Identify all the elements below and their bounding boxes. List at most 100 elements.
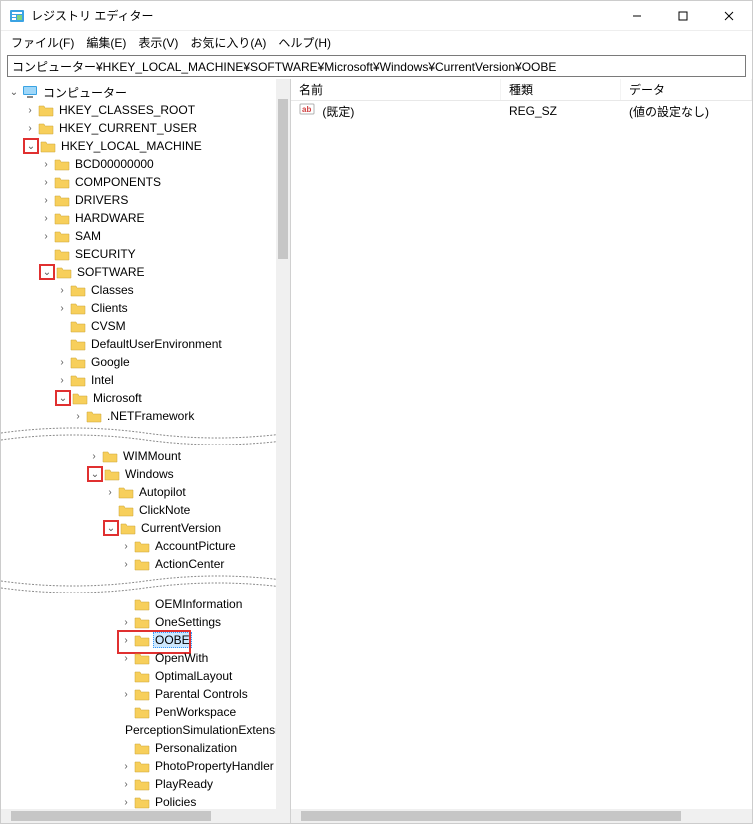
chevron-right-icon[interactable]: ›	[55, 373, 69, 387]
tree-node[interactable]: ›OpenWith	[119, 649, 290, 667]
chevron-right-icon[interactable]: ›	[39, 157, 53, 171]
menu-help[interactable]: ヘルプ(H)	[274, 32, 335, 53]
column-header-type[interactable]: 種類	[501, 79, 621, 100]
chevron-right-icon[interactable]: ›	[119, 651, 133, 665]
menubar: ファイル(F) 編集(E) 表示(V) お気に入り(A) ヘルプ(H)	[1, 31, 752, 53]
chevron-right-icon[interactable]: ›	[55, 355, 69, 369]
folder-icon	[134, 669, 150, 683]
folder-icon	[118, 485, 134, 499]
folder-icon	[70, 319, 86, 333]
menu-edit[interactable]: 編集(E)	[82, 32, 130, 53]
close-button[interactable]	[706, 1, 752, 31]
tree-node[interactable]: DefaultUserEnvironment	[55, 335, 290, 353]
tree-node[interactable]: ›Google	[55, 353, 290, 371]
tree-node[interactable]: ›AccountPicture	[119, 537, 290, 555]
tree-node-microsoft[interactable]: ⌄ Microsoft	[55, 389, 290, 407]
chevron-right-icon[interactable]: ›	[39, 229, 53, 243]
tree-node[interactable]: OEMInformation	[119, 595, 290, 613]
content-cut-separator	[1, 575, 290, 593]
menu-file[interactable]: ファイル(F)	[7, 32, 78, 53]
column-header-data[interactable]: データ	[621, 79, 752, 100]
tree-label: COMPONENTS	[73, 175, 163, 189]
chevron-right-icon[interactable]: ›	[119, 615, 133, 629]
chevron-down-icon[interactable]: ⌄	[87, 466, 103, 482]
column-header-name[interactable]: 名前	[291, 79, 501, 100]
tree-node-windows[interactable]: ⌄ Windows	[87, 465, 290, 483]
tree-node-oobe[interactable]: ›OOBE	[119, 631, 290, 649]
scrollbar-thumb[interactable]	[278, 99, 288, 259]
folder-icon	[56, 265, 72, 279]
tree-node[interactable]: ›Autopilot	[103, 483, 290, 501]
tree-node[interactable]: ›Clients	[55, 299, 290, 317]
tree-node[interactable]: ›SAM	[39, 227, 290, 245]
chevron-right-icon[interactable]: ›	[119, 777, 133, 791]
tree-node-currentversion[interactable]: ⌄ CurrentVersion	[103, 519, 290, 537]
tree-node-hkcu[interactable]: › HKEY_CURRENT_USER	[23, 119, 290, 137]
tree-node[interactable]: ›Intel	[55, 371, 290, 389]
chevron-right-icon[interactable]: ›	[103, 485, 117, 499]
folder-icon	[134, 597, 150, 611]
tree-node[interactable]: Personalization	[119, 739, 290, 757]
tree-node[interactable]: ›DRIVERS	[39, 191, 290, 209]
menu-view[interactable]: 表示(V)	[134, 32, 182, 53]
tree-node[interactable]: SECURITY	[39, 245, 290, 263]
folder-icon	[70, 337, 86, 351]
tree-node-hklm[interactable]: ⌄ HKEY_LOCAL_MACHINE	[23, 137, 290, 155]
address-bar[interactable]: コンピューター¥HKEY_LOCAL_MACHINE¥SOFTWARE¥Micr…	[7, 55, 746, 77]
chevron-down-icon[interactable]: ⌄	[55, 390, 71, 406]
maximize-button[interactable]	[660, 1, 706, 31]
chevron-right-icon[interactable]: ›	[55, 301, 69, 315]
chevron-right-icon[interactable]: ›	[39, 175, 53, 189]
tree-node[interactable]: ClickNote	[103, 501, 290, 519]
chevron-right-icon[interactable]: ›	[23, 103, 37, 117]
minimize-button[interactable]	[614, 1, 660, 31]
chevron-down-icon[interactable]: ⌄	[103, 520, 119, 536]
chevron-right-icon[interactable]: ›	[119, 759, 133, 773]
scrollbar-thumb[interactable]	[301, 811, 681, 821]
tree-node[interactable]: PerceptionSimulationExtensions	[119, 721, 290, 739]
tree-node[interactable]: ›Classes	[55, 281, 290, 299]
tree-node[interactable]: ›Parental Controls	[119, 685, 290, 703]
scrollbar-thumb[interactable]	[11, 811, 211, 821]
chevron-right-icon[interactable]: ›	[39, 193, 53, 207]
chevron-down-icon[interactable]: ⌄	[23, 138, 39, 154]
tree-node-hkcr[interactable]: › HKEY_CLASSES_ROOT	[23, 101, 290, 119]
registry-tree[interactable]: ⌄ コンピューター › HKEY_CLASSES_ROOT	[1, 83, 290, 425]
tree-node[interactable]: ›PlayReady	[119, 775, 290, 793]
value-list-panel: 名前 種類 データ ab (既定) REG_SZ (値の設定なし)	[291, 79, 752, 823]
tree-node[interactable]: ›HARDWARE	[39, 209, 290, 227]
chevron-down-icon[interactable]: ⌄	[7, 85, 21, 99]
tree-node[interactable]: ›BCD00000000	[39, 155, 290, 173]
list-horizontal-scrollbar[interactable]	[291, 809, 752, 823]
folder-icon	[134, 557, 150, 571]
tree-node[interactable]: ›ActionCenter	[119, 555, 290, 573]
tree-node[interactable]: OptimalLayout	[119, 667, 290, 685]
chevron-right-icon[interactable]: ›	[71, 409, 85, 423]
tree-node[interactable]: › WIMMount	[87, 447, 290, 465]
chevron-right-icon[interactable]: ›	[119, 633, 133, 647]
list-row[interactable]: ab (既定) REG_SZ (値の設定なし)	[291, 101, 752, 121]
blank-expander	[39, 247, 53, 261]
chevron-right-icon[interactable]: ›	[87, 449, 101, 463]
menu-favorites[interactable]: お気に入り(A)	[186, 32, 270, 53]
chevron-right-icon[interactable]: ›	[55, 283, 69, 297]
tree-node[interactable]: CVSM	[55, 317, 290, 335]
chevron-right-icon[interactable]: ›	[119, 687, 133, 701]
tree-node-computer[interactable]: ⌄ コンピューター	[7, 83, 290, 101]
tree-vertical-scrollbar[interactable]	[276, 79, 290, 809]
tree-horizontal-scrollbar[interactable]	[1, 809, 290, 823]
chevron-right-icon[interactable]: ›	[23, 121, 37, 135]
chevron-right-icon[interactable]: ›	[39, 211, 53, 225]
tree-label: WIMMount	[121, 449, 183, 463]
tree-node-software[interactable]: ⌄ SOFTWARE	[39, 263, 290, 281]
chevron-right-icon[interactable]: ›	[119, 539, 133, 553]
tree-node[interactable]: ›.NETFramework	[71, 407, 290, 425]
tree-node[interactable]: ›PhotoPropertyHandler	[119, 757, 290, 775]
tree-node[interactable]: › COMPONENTS	[39, 173, 290, 191]
chevron-right-icon[interactable]: ›	[119, 557, 133, 571]
tree-label: HKEY_LOCAL_MACHINE	[59, 139, 204, 153]
tree-node[interactable]: PenWorkspace	[119, 703, 290, 721]
chevron-right-icon[interactable]: ›	[119, 795, 133, 809]
tree-node[interactable]: ›OneSettings	[119, 613, 290, 631]
chevron-down-icon[interactable]: ⌄	[39, 264, 55, 280]
